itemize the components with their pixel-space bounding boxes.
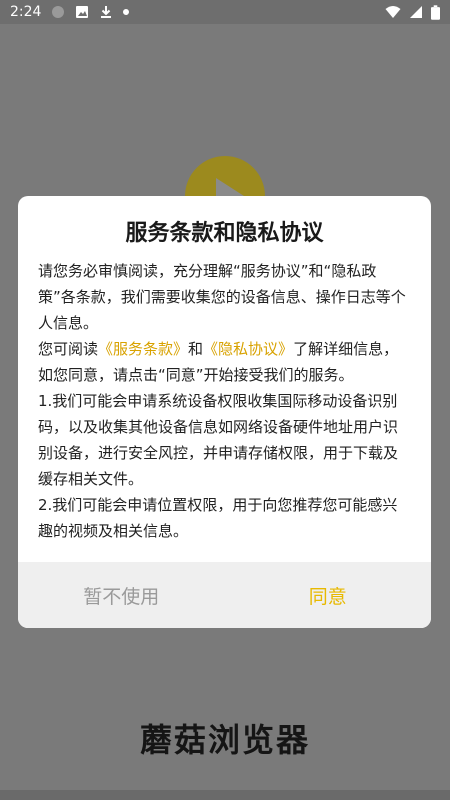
para2-prefix: 您可阅读 <box>38 340 99 358</box>
dialog-item-2: 2.我们可能会申请位置权限，用于向您推荐您可能感兴趣的视频及相关信息。 <box>38 496 398 540</box>
more-notifications-dot-icon <box>123 9 130 15</box>
not-use-button[interactable]: 暂不使用 <box>18 562 225 628</box>
terms-link[interactable]: 《服务条款》 <box>98 340 188 358</box>
dialog-paragraph-1: 请您务必审慎阅读，充分理解“服务协议”和“隐私政策”各条款，我们需要收集您的设备… <box>38 262 406 332</box>
dialog-footer: 暂不使用 同意 <box>18 562 431 628</box>
privacy-link[interactable]: 《隐私协议》 <box>203 340 293 358</box>
status-time: 2:24 <box>10 4 42 20</box>
wifi-icon <box>385 6 401 18</box>
battery-icon <box>431 4 440 20</box>
notification-circle-icon <box>52 6 65 18</box>
signal-icon <box>410 6 422 18</box>
agree-button[interactable]: 同意 <box>225 562 432 628</box>
download-icon <box>101 6 112 18</box>
status-bar: 2:24 <box>0 0 450 24</box>
status-right <box>385 4 440 20</box>
app-name: 蘑菇浏览器 <box>139 721 310 759</box>
dialog-paragraph-2: 您可阅读《服务条款》和《隐私协议》了解详细信息，如您同意，请点击“同意”开始接受… <box>38 336 411 388</box>
privacy-dialog: 服务条款和隐私协议 请您务必审慎阅读，充分理解“服务协议”和“隐私政策”各条款，… <box>18 196 431 628</box>
bottom-strip <box>0 790 450 800</box>
dialog-item-1: 1.我们可能会申请系统设备权限收集国际移动设备识别码，以及收集其他设备信息如网络… <box>38 392 399 488</box>
para2-and: 和 <box>188 340 204 358</box>
dialog-title: 服务条款和隐私协议 <box>125 221 324 246</box>
status-left: 2:24 <box>10 4 130 20</box>
dialog-body: 请您务必审慎阅读，充分理解“服务协议”和“隐私政策”各条款，我们需要收集您的设备… <box>18 258 431 544</box>
photo-icon <box>76 6 89 18</box>
